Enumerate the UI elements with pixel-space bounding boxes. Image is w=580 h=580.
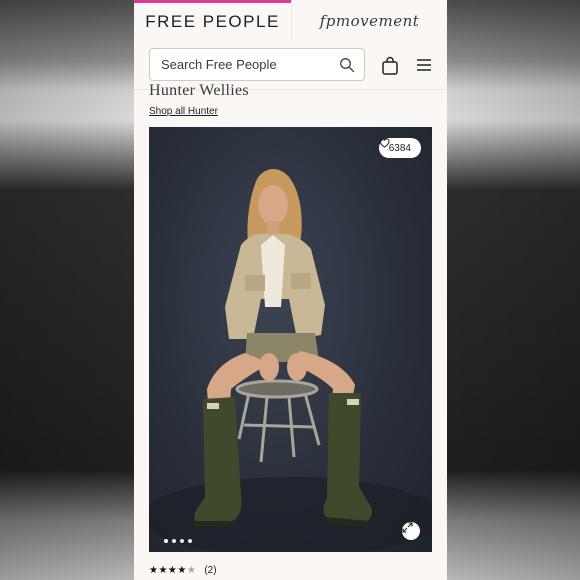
image-carousel-dots[interactable] bbox=[164, 539, 192, 543]
hamburger-menu-icon[interactable] bbox=[415, 57, 433, 73]
heart-icon[interactable] bbox=[379, 138, 390, 148]
product-heading: Hunter Wellies bbox=[149, 82, 249, 99]
carousel-dot[interactable] bbox=[164, 539, 168, 543]
search-box[interactable] bbox=[149, 48, 365, 81]
product-image[interactable]: 6384 bbox=[149, 127, 432, 552]
review-count[interactable]: (2) bbox=[204, 565, 216, 576]
expand-icon bbox=[402, 522, 413, 533]
shop-all-link[interactable]: Shop all Hunter bbox=[149, 106, 218, 117]
shopping-bag-icon[interactable] bbox=[380, 56, 400, 76]
phone-screen: FREE PEOPLE fpmovement Hunter Wellies Sh… bbox=[134, 0, 447, 580]
tab-fp-movement[interactable]: fpmovement bbox=[291, 0, 447, 41]
tab-free-people[interactable]: FREE PEOPLE bbox=[134, 0, 291, 41]
model-photo-illustration bbox=[149, 168, 432, 552]
carousel-dot[interactable] bbox=[180, 539, 184, 543]
expand-button[interactable] bbox=[402, 522, 420, 540]
search-icon[interactable] bbox=[339, 57, 355, 73]
like-count: 6384 bbox=[388, 142, 411, 154]
star-rating: ★★★★★ bbox=[149, 565, 197, 576]
like-counter[interactable]: 6384 bbox=[378, 138, 421, 158]
rating-row[interactable]: ★★★★★ (2) bbox=[149, 565, 217, 576]
search-input[interactable] bbox=[150, 49, 341, 80]
carousel-dot[interactable] bbox=[172, 539, 176, 543]
brand-tabs: FREE PEOPLE fpmovement bbox=[134, 0, 447, 42]
carousel-dot[interactable] bbox=[188, 539, 192, 543]
